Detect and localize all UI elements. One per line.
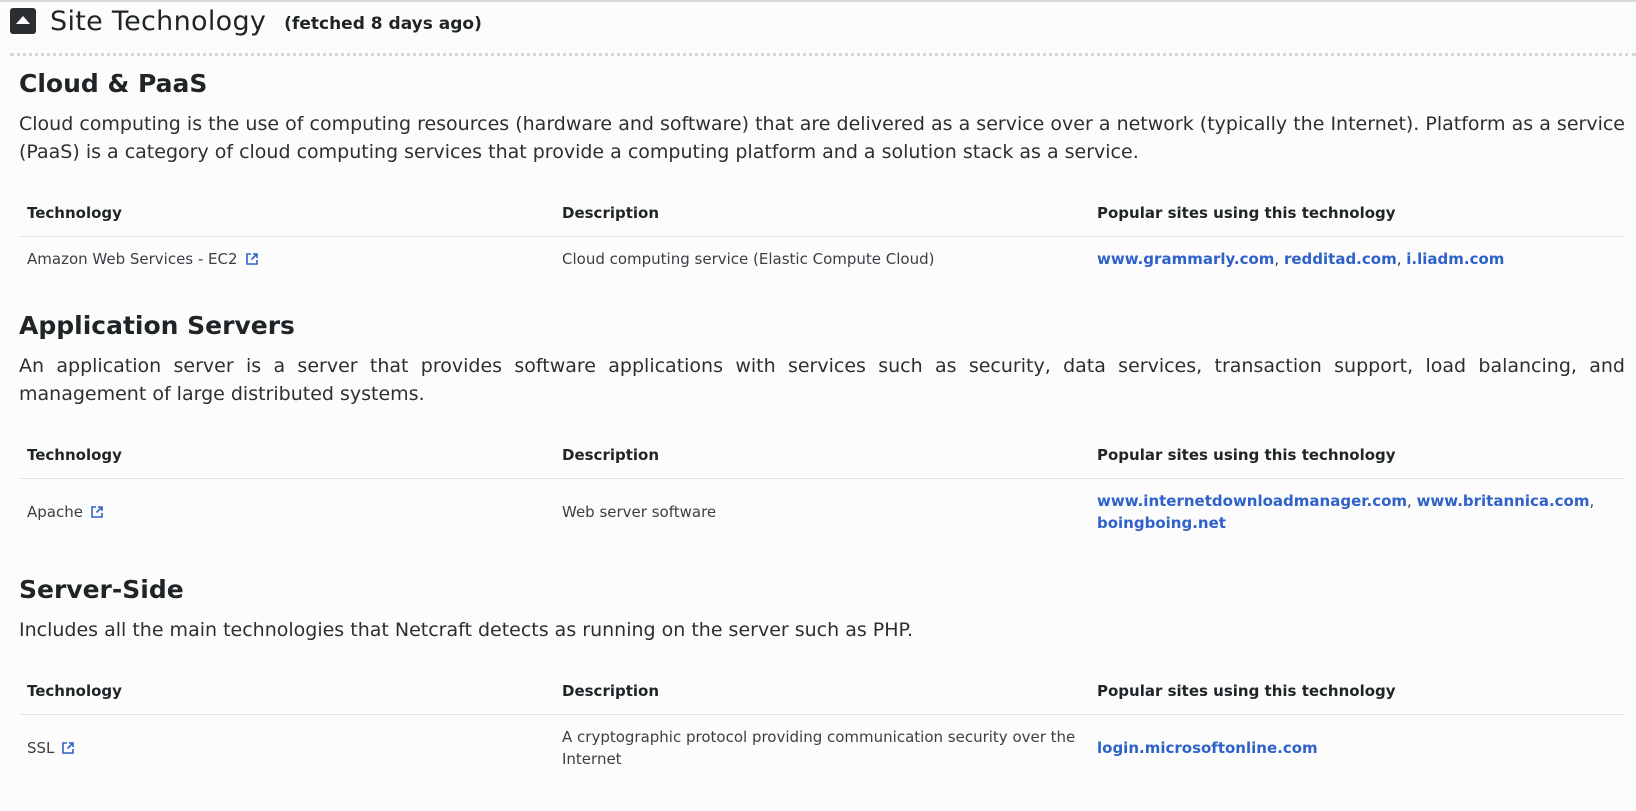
- column-header-technology: Technology: [19, 432, 554, 479]
- site-link[interactable]: www.internetdownloadmanager.com: [1097, 492, 1407, 510]
- category-description: Cloud computing is the use of computing …: [19, 113, 1625, 163]
- technology-name: SSL: [27, 738, 55, 757]
- site-link[interactable]: www.britannica.com: [1417, 492, 1590, 510]
- section-header: Site Technology (fetched 8 days ago): [10, 2, 482, 40]
- external-link-icon[interactable]: [62, 741, 75, 754]
- table-header-row: Technology Description Popular sites usi…: [19, 432, 1625, 479]
- separator: ,: [1589, 491, 1595, 510]
- site-link[interactable]: i.liadm.com: [1406, 250, 1504, 268]
- table-header-row: Technology Description Popular sites usi…: [19, 668, 1625, 715]
- external-link-icon[interactable]: [91, 505, 103, 518]
- category-server-side: Server-Side Includes all the main techno…: [19, 570, 1625, 781]
- technology-table: Technology Description Popular sites usi…: [19, 190, 1625, 281]
- technology-table: Technology Description Popular sites usi…: [19, 432, 1625, 545]
- category-description: An application server is a server that p…: [19, 355, 1625, 405]
- category-description: Includes all the main technologies that …: [19, 619, 914, 641]
- site-technology-page: Site Technology (fetched 8 days ago) Clo…: [0, 0, 1636, 811]
- table-row: Apache Web server software www.internetd…: [19, 479, 1625, 545]
- technology-name: Apache: [27, 502, 83, 521]
- column-header-description: Description: [554, 432, 1089, 479]
- external-link-icon[interactable]: [245, 252, 258, 265]
- column-header-technology: Technology: [19, 668, 554, 715]
- category-cloud-paas: Cloud & PaaS Cloud computing is the use …: [19, 64, 1625, 281]
- table-row: SSL A cryptographic protocol providing c…: [19, 715, 1625, 781]
- technology-cell: Amazon Web Services - EC2: [19, 237, 554, 281]
- description-cell: Web server software: [562, 502, 717, 521]
- table-row: Amazon Web Services - EC2 Cloud computin…: [19, 237, 1625, 281]
- site-link[interactable]: login.microsoftonline.com: [1097, 739, 1318, 757]
- column-header-sites: Popular sites using this technology: [1089, 432, 1625, 479]
- column-header-sites: Popular sites using this technology: [1089, 668, 1625, 715]
- sites-cell: www.internetdownloadmanager.com, www.bri…: [1089, 479, 1625, 545]
- technology-cell: SSL: [19, 715, 554, 781]
- fetched-timestamp: (fetched 8 days ago): [284, 14, 482, 34]
- site-link[interactable]: www.grammarly.com: [1097, 250, 1274, 268]
- site-link[interactable]: boingboing.net: [1097, 514, 1226, 532]
- technology-cell: Apache: [19, 479, 554, 545]
- site-link[interactable]: redditad.com: [1284, 250, 1397, 268]
- category-title: Server-Side: [19, 575, 184, 604]
- sites-cell: login.microsoftonline.com: [1089, 715, 1625, 781]
- collapse-toggle-icon[interactable]: [10, 8, 36, 34]
- technology-name: Amazon Web Services - EC2: [27, 249, 238, 268]
- separator: ,: [1396, 249, 1407, 268]
- separator: ,: [1274, 249, 1284, 268]
- category-title: Cloud & PaaS: [19, 69, 208, 98]
- separator: ,: [1407, 491, 1417, 510]
- sites-cell: www.grammarly.com, redditad.com, i.liadm…: [1089, 237, 1625, 281]
- category-title: Application Servers: [19, 311, 295, 340]
- column-header-technology: Technology: [19, 190, 554, 237]
- technology-table: Technology Description Popular sites usi…: [19, 668, 1625, 781]
- dotted-divider: [10, 53, 1636, 56]
- section-title: Site Technology: [50, 5, 267, 37]
- category-application-servers: Application Servers An application serve…: [19, 306, 1625, 545]
- table-header-row: Technology Description Popular sites usi…: [19, 190, 1625, 237]
- column-header-description: Description: [554, 668, 1089, 715]
- column-header-description: Description: [554, 190, 1089, 237]
- description-cell: Cloud computing service (Elastic Compute…: [562, 249, 935, 268]
- description-cell: A cryptographic protocol providing commu…: [562, 727, 1076, 768]
- column-header-sites: Popular sites using this technology: [1089, 190, 1625, 237]
